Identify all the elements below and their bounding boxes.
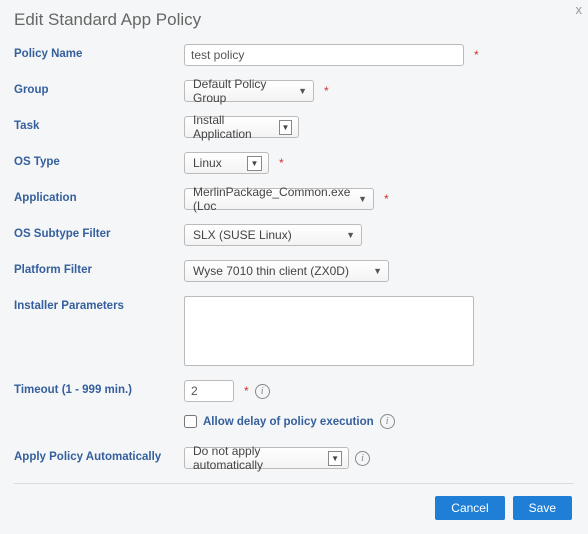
- task-select[interactable]: Install Application ▼: [184, 116, 299, 138]
- label-apply-auto: Apply Policy Automatically: [14, 447, 184, 463]
- installer-parameters-textarea[interactable]: [184, 296, 474, 366]
- required-marker: *: [384, 192, 389, 206]
- chevron-down-icon: ▼: [358, 194, 367, 204]
- policy-name-input[interactable]: [184, 44, 464, 66]
- chevron-down-icon: ▼: [247, 156, 262, 171]
- label-os-subtype: OS Subtype Filter: [14, 224, 184, 240]
- dialog-title: Edit Standard App Policy: [14, 10, 574, 30]
- os-type-select[interactable]: Linux ▼: [184, 152, 269, 174]
- label-installer: Installer Parameters: [14, 296, 184, 312]
- apply-auto-select-value: Do not apply automatically: [193, 444, 322, 472]
- cancel-button[interactable]: Cancel: [435, 496, 504, 520]
- label-application: Application: [14, 188, 184, 204]
- allow-delay-checkbox[interactable]: [184, 415, 197, 428]
- chevron-down-icon: ▼: [346, 230, 355, 240]
- os-subtype-select[interactable]: SLX (SUSE Linux) ▼: [184, 224, 362, 246]
- timeout-input[interactable]: [184, 380, 234, 402]
- label-policy-name: Policy Name: [14, 44, 184, 60]
- platform-select[interactable]: Wyse 7010 thin client (ZX0D) ▼: [184, 260, 389, 282]
- info-icon[interactable]: i: [355, 451, 370, 466]
- info-icon[interactable]: i: [255, 384, 270, 399]
- divider: [14, 483, 574, 484]
- task-select-value: Install Application: [193, 113, 273, 141]
- chevron-down-icon: ▼: [279, 120, 292, 135]
- edit-policy-dialog: x Edit Standard App Policy Policy Name *…: [0, 0, 588, 534]
- os-subtype-select-value: SLX (SUSE Linux): [193, 228, 292, 242]
- chevron-down-icon: ▼: [298, 86, 307, 96]
- required-marker: *: [324, 84, 329, 98]
- application-select-value: MerlinPackage_Common.exe (Loc: [193, 185, 352, 213]
- required-marker: *: [279, 156, 284, 170]
- label-timeout: Timeout (1 - 999 min.): [14, 380, 184, 396]
- required-marker: *: [474, 48, 479, 62]
- required-marker: *: [244, 384, 249, 398]
- save-button[interactable]: Save: [513, 496, 572, 520]
- chevron-down-icon: ▼: [328, 451, 342, 466]
- label-task: Task: [14, 116, 184, 132]
- group-select-value: Default Policy Group: [193, 77, 292, 105]
- application-select[interactable]: MerlinPackage_Common.exe (Loc ▼: [184, 188, 374, 210]
- label-group: Group: [14, 80, 184, 96]
- label-os-type: OS Type: [14, 152, 184, 168]
- platform-select-value: Wyse 7010 thin client (ZX0D): [193, 264, 349, 278]
- group-select[interactable]: Default Policy Group ▼: [184, 80, 314, 102]
- info-icon[interactable]: i: [380, 414, 395, 429]
- dialog-footer: Cancel Save: [14, 496, 574, 520]
- label-allow-delay: Allow delay of policy execution: [203, 416, 374, 428]
- close-icon[interactable]: x: [576, 2, 583, 17]
- os-type-select-value: Linux: [193, 156, 222, 170]
- label-platform: Platform Filter: [14, 260, 184, 276]
- chevron-down-icon: ▼: [373, 266, 382, 276]
- apply-auto-select[interactable]: Do not apply automatically ▼: [184, 447, 349, 469]
